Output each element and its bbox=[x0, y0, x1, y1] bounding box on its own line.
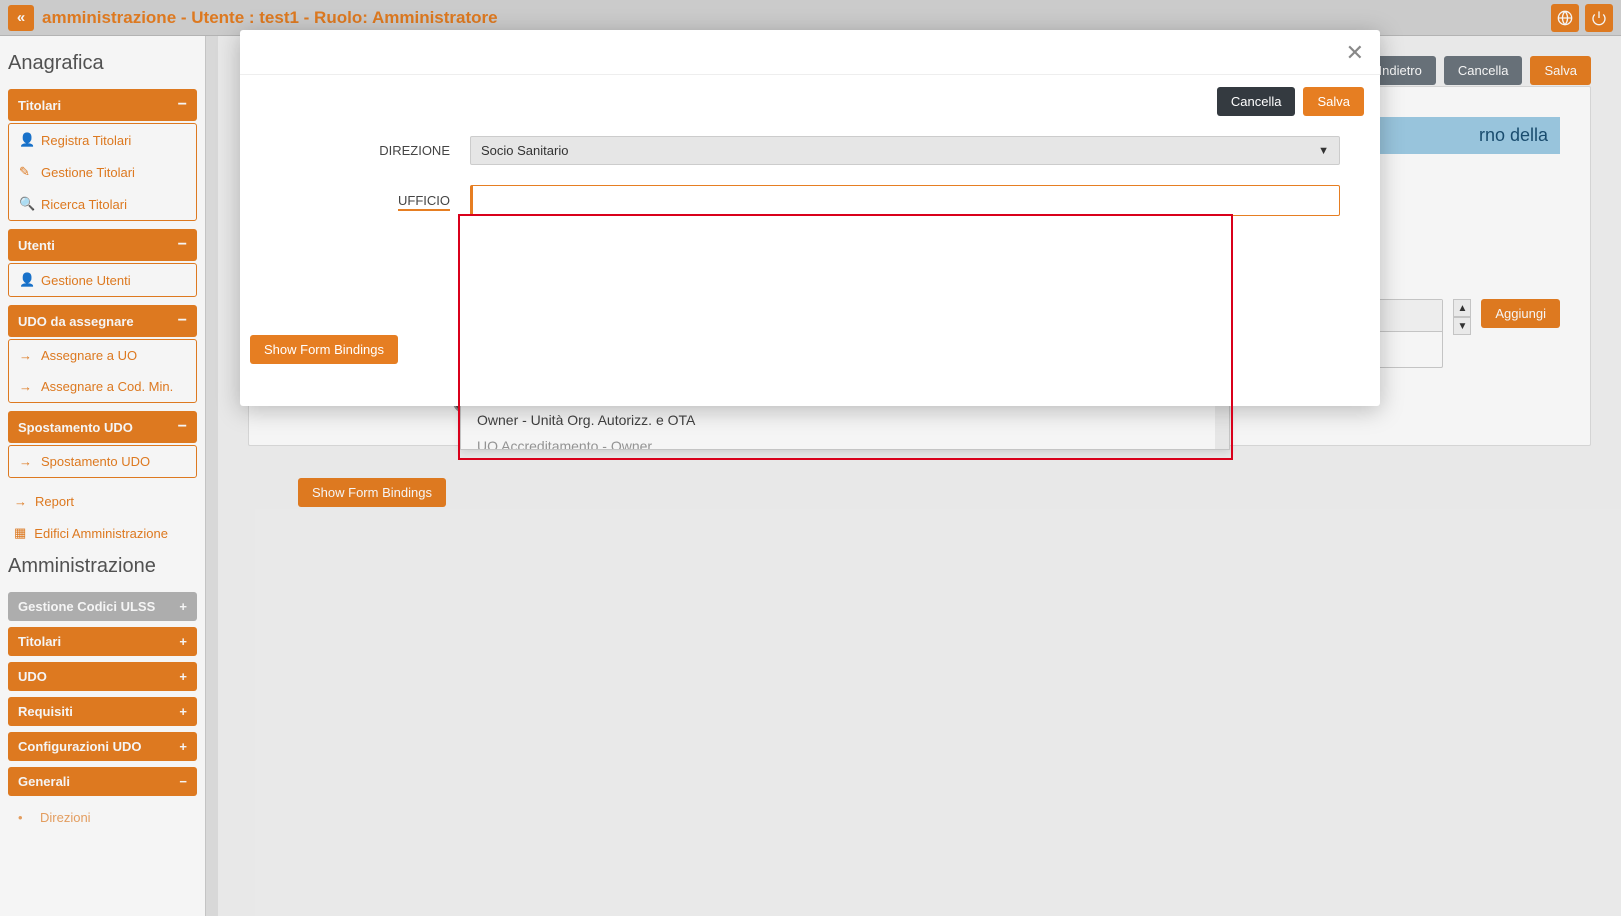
modal-dialog: ✕ Cancella Salva DIREZIONE Socio Sanitar… bbox=[240, 30, 1380, 406]
modal-row-direzione: DIREZIONE Socio Sanitario ▼ bbox=[280, 136, 1340, 165]
label-ufficio: UFFICIO bbox=[280, 193, 470, 208]
modal-save-button[interactable]: Salva bbox=[1303, 87, 1364, 116]
modal-actions: Cancella Salva bbox=[240, 75, 1380, 116]
close-icon[interactable]: ✕ bbox=[1346, 42, 1364, 64]
label-direzione: DIREZIONE bbox=[280, 143, 470, 158]
select-direzione[interactable]: Socio Sanitario ▼ bbox=[470, 136, 1340, 165]
select-value: Socio Sanitario bbox=[481, 143, 568, 158]
modal-row-ufficio: UFFICIO bbox=[280, 185, 1340, 216]
modal-show-bindings-button[interactable]: Show Form Bindings bbox=[250, 335, 398, 364]
chevron-down-icon: ▼ bbox=[1318, 145, 1329, 157]
ufficio-input[interactable] bbox=[470, 185, 1340, 216]
modal-cancel-button[interactable]: Cancella bbox=[1217, 87, 1296, 116]
modal-header: ✕ bbox=[240, 30, 1380, 75]
modal-body: DIREZIONE Socio Sanitario ▼ UFFICIO bbox=[240, 116, 1380, 406]
